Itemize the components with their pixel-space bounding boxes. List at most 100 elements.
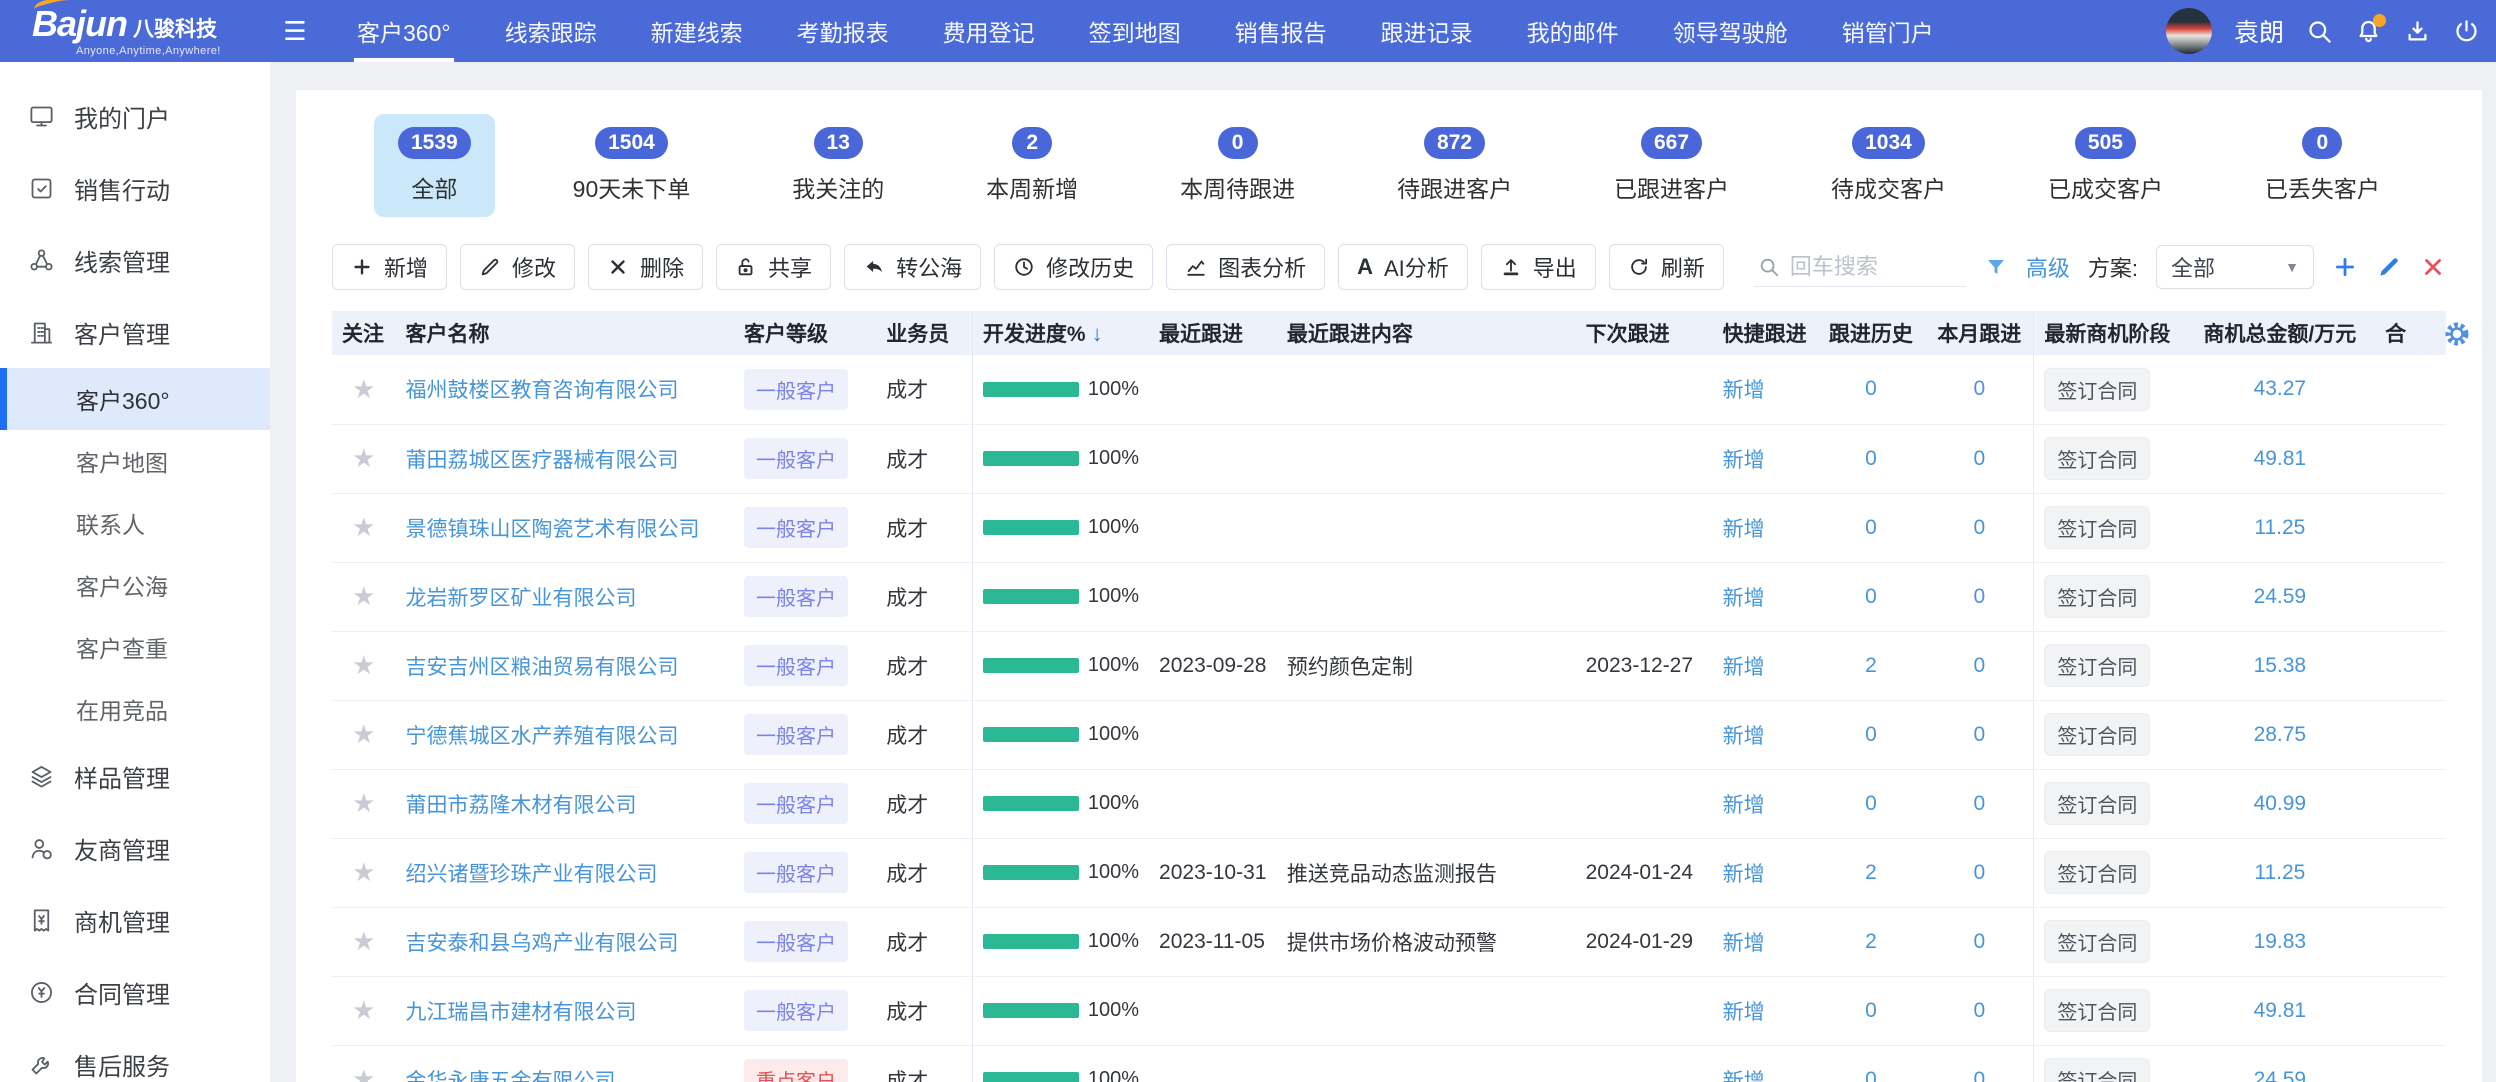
edit-button[interactable]: 修改 — [460, 244, 575, 290]
total-amount-cell[interactable]: 49.81 — [2185, 424, 2376, 493]
sidebar-subitem-customer-map[interactable]: 客户地图 — [0, 430, 270, 492]
stat-card[interactable]: 2 本周新增 — [962, 114, 1102, 217]
favorite-star-icon[interactable]: ★ — [342, 581, 386, 612]
stat-card[interactable]: 1504 90天未下单 — [549, 114, 715, 217]
stat-card[interactable]: 505 已成交客户 — [2024, 114, 2187, 217]
total-amount-cell[interactable]: 15.38 — [2185, 631, 2376, 700]
delete-plan-button[interactable] — [2420, 254, 2446, 280]
favorite-star-icon[interactable]: ★ — [342, 926, 386, 957]
menu-toggle-icon[interactable]: ☰ — [272, 16, 318, 47]
favorite-star-icon[interactable]: ★ — [342, 650, 386, 681]
col-header-quick-followup[interactable]: 快捷跟进 — [1713, 311, 1817, 355]
top-nav-item[interactable]: 新建线索 — [624, 0, 770, 62]
stat-card[interactable]: 1539 全部 — [374, 114, 495, 217]
month-followup-count-link[interactable]: 0 — [1973, 447, 1985, 470]
move-to-pool-button[interactable]: 转公海 — [844, 244, 981, 290]
followup-history-count-link[interactable]: 0 — [1865, 792, 1877, 815]
customer-name-link[interactable]: 莆田市荔隆木材有限公司 — [406, 794, 637, 817]
search-icon[interactable] — [2306, 18, 2333, 45]
search-box[interactable] — [1754, 248, 1966, 287]
top-nav-item[interactable]: 领导驾驶舱 — [1646, 0, 1815, 62]
total-amount-cell[interactable]: 24.59 — [2185, 562, 2376, 631]
sidebar-item-opportunity-management[interactable]: 商机管理 — [0, 884, 270, 956]
total-amount-cell[interactable]: 43.27 — [2185, 355, 2376, 424]
top-nav-item[interactable]: 考勤报表 — [770, 0, 916, 62]
sidebar-subitem-customer-360[interactable]: 客户360° — [0, 368, 270, 430]
filter-funnel-icon[interactable] — [1984, 255, 2008, 279]
top-nav-item[interactable]: 费用登记 — [916, 0, 1062, 62]
share-button[interactable]: 共享 — [716, 244, 831, 290]
download-icon[interactable] — [2404, 18, 2431, 45]
add-plan-button[interactable] — [2332, 254, 2358, 280]
month-followup-count-link[interactable]: 0 — [1973, 930, 1985, 953]
favorite-star-icon[interactable]: ★ — [342, 443, 386, 474]
customer-name-link[interactable]: 龙岩新罗区矿业有限公司 — [406, 587, 637, 610]
col-header-progress[interactable]: 开发进度%↓ — [972, 311, 1149, 355]
top-nav-item[interactable]: 销管门户 — [1815, 0, 1961, 62]
edit-plan-button[interactable] — [2376, 254, 2402, 280]
followup-history-count-link[interactable]: 0 — [1865, 999, 1877, 1022]
top-nav-item[interactable]: 签到地图 — [1062, 0, 1208, 62]
sidebar-item-partner-management[interactable]: 友商管理 — [0, 812, 270, 884]
stat-card[interactable]: 667 已跟进客户 — [1590, 114, 1753, 217]
favorite-star-icon[interactable]: ★ — [342, 857, 386, 888]
month-followup-count-link[interactable]: 0 — [1973, 792, 1985, 815]
col-header-followup-history[interactable]: 跟进历史 — [1817, 311, 1926, 355]
sidebar-subitem-duplicate-check[interactable]: 客户查重 — [0, 616, 270, 678]
chart-analysis-button[interactable]: 图表分析 — [1166, 244, 1325, 290]
stat-card[interactable]: 0 本周待跟进 — [1156, 114, 1319, 217]
col-header-month-followup[interactable]: 本月跟进 — [1925, 311, 2034, 355]
customer-name-link[interactable]: 九江瑞昌市建材有限公司 — [406, 1001, 637, 1024]
total-amount-cell[interactable]: 19.83 — [2185, 907, 2376, 976]
quick-followup-add-link[interactable]: 新增 — [1723, 725, 1765, 748]
followup-history-count-link[interactable]: 2 — [1865, 861, 1877, 884]
month-followup-count-link[interactable]: 0 — [1973, 654, 1985, 677]
total-amount-cell[interactable]: 28.75 — [2185, 700, 2376, 769]
column-settings-gear-icon[interactable] — [2442, 319, 2472, 349]
sidebar-item-lead-management[interactable]: 线索管理 — [0, 224, 270, 296]
col-header-last-followup-content[interactable]: 最近跟进内容 — [1277, 311, 1576, 355]
followup-history-count-link[interactable]: 0 — [1865, 516, 1877, 539]
quick-followup-add-link[interactable]: 新增 — [1723, 656, 1765, 679]
col-header-latest-stage[interactable]: 最新商机阶段 — [2034, 311, 2185, 355]
month-followup-count-link[interactable]: 0 — [1973, 861, 1985, 884]
add-button[interactable]: 新增 — [332, 244, 447, 290]
followup-history-count-link[interactable]: 0 — [1865, 585, 1877, 608]
month-followup-count-link[interactable]: 0 — [1973, 377, 1985, 400]
customer-name-link[interactable]: 金华永康五金有限公司 — [406, 1070, 616, 1082]
ai-analysis-button[interactable]: A AI分析 — [1338, 244, 1468, 290]
quick-followup-add-link[interactable]: 新增 — [1723, 379, 1765, 402]
delete-button[interactable]: 删除 — [588, 244, 703, 290]
stat-card[interactable]: 0 已丢失客户 — [2241, 114, 2404, 217]
quick-followup-add-link[interactable]: 新增 — [1723, 518, 1765, 541]
customer-name-link[interactable]: 景德镇珠山区陶瓷艺术有限公司 — [406, 518, 700, 541]
col-header-customer-level[interactable]: 客户等级 — [734, 311, 876, 355]
followup-history-count-link[interactable]: 0 — [1865, 723, 1877, 746]
quick-followup-add-link[interactable]: 新增 — [1723, 794, 1765, 817]
followup-history-count-link[interactable]: 2 — [1865, 930, 1877, 953]
quick-followup-add-link[interactable]: 新增 — [1723, 587, 1765, 610]
col-header-total-amount[interactable]: 商机总金额/万元 — [2185, 311, 2376, 355]
quick-followup-add-link[interactable]: 新增 — [1723, 1070, 1765, 1082]
followup-history-count-link[interactable]: 0 — [1865, 447, 1877, 470]
sidebar-item-sales-action[interactable]: 销售行动 — [0, 152, 270, 224]
sidebar-item-my-portal[interactable]: 我的门户 — [0, 80, 270, 152]
sidebar-item-customer-management[interactable]: 客户管理 — [0, 296, 270, 368]
col-header-customer-name[interactable]: 客户名称 — [396, 311, 734, 355]
plan-select[interactable]: 全部 ▼ — [2156, 245, 2314, 289]
sort-desc-icon[interactable]: ↓ — [1092, 321, 1103, 346]
total-amount-cell[interactable]: 24.59 — [2185, 1045, 2376, 1082]
customer-name-link[interactable]: 绍兴诸暨珍珠产业有限公司 — [406, 863, 658, 886]
month-followup-count-link[interactable]: 0 — [1973, 585, 1985, 608]
search-input[interactable] — [1790, 254, 1950, 280]
favorite-star-icon[interactable]: ★ — [342, 374, 386, 405]
top-nav-item[interactable]: 线索跟踪 — [478, 0, 624, 62]
top-nav-item[interactable]: 客户360° — [330, 0, 478, 62]
edit-history-button[interactable]: 修改历史 — [994, 244, 1153, 290]
user-avatar[interactable] — [2166, 8, 2212, 54]
month-followup-count-link[interactable]: 0 — [1973, 999, 1985, 1022]
export-button[interactable]: 导出 — [1481, 244, 1596, 290]
month-followup-count-link[interactable]: 0 — [1973, 516, 1985, 539]
quick-followup-add-link[interactable]: 新增 — [1723, 863, 1765, 886]
stat-card[interactable]: 1034 待成交客户 — [1807, 114, 1970, 217]
